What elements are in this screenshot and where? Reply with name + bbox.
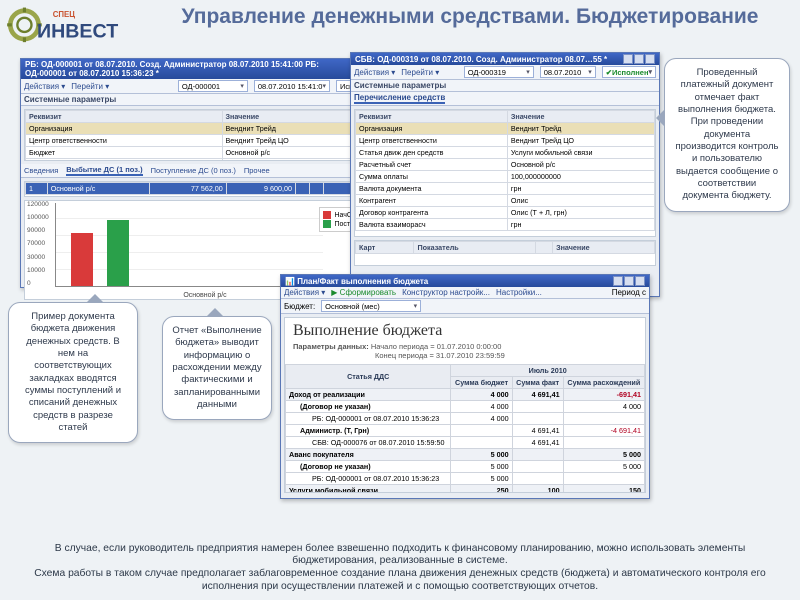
doc-code-field[interactable]: ОД-000001 [178,80,248,92]
titlebar[interactable]: РБ: ОД-000001 от 08.07.2010. Созд. Админ… [21,59,389,79]
callout-report: Отчет «Выполнение бюджета» выводит инфор… [162,316,272,420]
window-title: РБ: ОД-000001 от 08.07.2010. Созд. Админ… [25,60,353,78]
bottom-paragraph: В случае, если руководитель предприятия … [12,543,788,594]
table-row: РБ: ОД-000001 от 08.07.2010 15:36:235 00… [286,473,645,485]
table-row: Валюта документагрн [356,183,655,195]
make-button[interactable]: ▶ Сформировать [331,288,396,297]
status[interactable]: ✔ Исполнен [602,66,656,78]
table-row: Сумма оплаты100,000000000 [356,171,655,183]
logo: СПЕЦ ИНВЕСТ [6,6,134,53]
actions-menu[interactable]: Действия ▾ [284,288,325,297]
window-budget-doc: РБ: ОД-000001 от 08.07.2010. Созд. Админ… [20,58,390,288]
grid-pane: 1 Основной р/с 77 562,00 9 600,00 86 00.… [24,181,386,197]
go-menu[interactable]: Перейти ▾ [401,68,439,77]
doc-date[interactable]: 08.07.2010 [540,66,596,78]
tab-svedeniya[interactable]: Сведения [24,166,58,175]
params-pane: РеквизитЗначение ОрганизацияВенднит Трей… [24,109,386,161]
chart-bar [107,220,129,286]
table-row: Администр. (Т, Грн)4 691,41-4 691,41 [286,425,645,437]
table-row: Расчетный счетОсновной р/с [356,159,655,171]
svg-text:СПЕЦ: СПЕЦ [53,10,76,19]
actions-menu[interactable]: Действия ▾ [354,68,395,77]
window-controls[interactable] [623,54,655,64]
go-menu[interactable]: Перейти ▾ [71,82,109,91]
report-body: Выполнение бюджета Параметры данных: Нач… [284,317,646,493]
settings-button[interactable]: Настройки... [496,288,542,297]
table-row: РБ: ОД-000001 от 08.07.2010 15:36:234 00… [286,413,645,425]
window-title: 📊 План/Факт выполнения бюджета [285,277,428,286]
table-row: Доход от реализации4 0004 691,41-691,41 [286,389,645,401]
callout-payment: Проведенный платежный документ отмечает … [664,58,790,212]
budget-select[interactable]: Основной (мес) [321,300,421,312]
constructor-button[interactable]: Конструктор настройк... [402,288,490,297]
table-row: Валюта взаиморасчгрн [356,219,655,231]
system-params-label: Системные параметры [354,81,446,90]
table-row: Договор контрагентаОлис (Т + Л, грн) [356,207,655,219]
table-row: Центр ответственностиВенднит Трейд ЦО [356,135,655,147]
tab-vybytie[interactable]: Выбытие ДС (1 поз.) [66,165,142,176]
table-row: Аванс покупателя5 0005 000 [286,449,645,461]
params-pane: РеквизитЗначение ОрганизацияВенднит Трей… [354,109,656,237]
system-params-label: Системные параметры [24,95,116,104]
tab-postupl[interactable]: Поступление ДС (0 поз.) [151,166,236,175]
actions-menu[interactable]: Действия ▾ [24,82,65,91]
doc-date-field[interactable]: 08.07.2010 15:41:0 [254,80,330,92]
tab-prochee[interactable]: Прочее [244,166,270,175]
stub-pane: Карт Показатель Значение [354,240,656,266]
tab-transfer[interactable]: Перечисление средств [354,93,445,104]
svg-text:ИНВЕСТ: ИНВЕСТ [37,20,118,42]
titlebar[interactable]: 📊 План/Факт выполнения бюджета [281,275,649,287]
table-row: СБВ: ОД-000076 от 08.07.2010 15:59:504 6… [286,437,645,449]
window-title: СБВ: ОД-000319 от 08.07.2010. Созд. Адми… [355,55,607,64]
chart-bar [71,233,93,286]
table-row: (Договор не указан)4 0004 000 [286,401,645,413]
table-row: Услуги мобильной связи250100150 [286,485,645,494]
table-row: Статья движ ден средствУслуги мобильной … [356,147,655,159]
table-row: (Договор не указан)5 0005 000 [286,461,645,473]
page-title: Управление денежными средствами. Бюджети… [150,4,790,30]
callout-doc: Пример документа бюджета движения денежн… [8,302,138,443]
table-row: ОрганизацияВенднит Трейд [356,123,655,135]
window-payment: СБВ: ОД-000319 от 08.07.2010. Созд. Адми… [350,52,660,297]
budget-label: Бюджет: [284,302,315,311]
window-controls[interactable] [613,276,645,286]
window-report: 📊 План/Факт выполнения бюджета Действия … [280,274,650,499]
titlebar[interactable]: СБВ: ОД-000319 от 08.07.2010. Созд. Адми… [351,53,659,65]
period-label: Период с [612,288,646,297]
report-heading: Выполнение бюджета [293,322,637,340]
table-row: КонтрагентОлис [356,195,655,207]
doc-code[interactable]: ОД-000319 [464,66,534,78]
